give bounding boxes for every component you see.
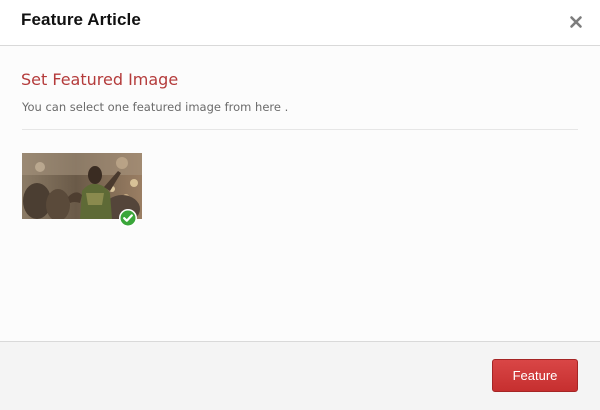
check-circle-icon	[118, 208, 138, 228]
feature-article-modal: Feature Article Set Featured Image You c…	[0, 0, 600, 410]
divider	[22, 129, 578, 130]
section-title: Set Featured Image	[21, 70, 179, 89]
modal-footer: Feature	[0, 341, 600, 410]
feature-button[interactable]: Feature	[492, 359, 578, 392]
close-icon[interactable]	[568, 14, 584, 30]
modal-title: Feature Article	[21, 10, 141, 29]
modal-header: Feature Article	[0, 0, 600, 46]
featured-image-option[interactable]	[22, 153, 142, 227]
modal-body: Set Featured Image You can select one fe…	[0, 46, 600, 341]
section-description: You can select one featured image from h…	[22, 100, 289, 114]
